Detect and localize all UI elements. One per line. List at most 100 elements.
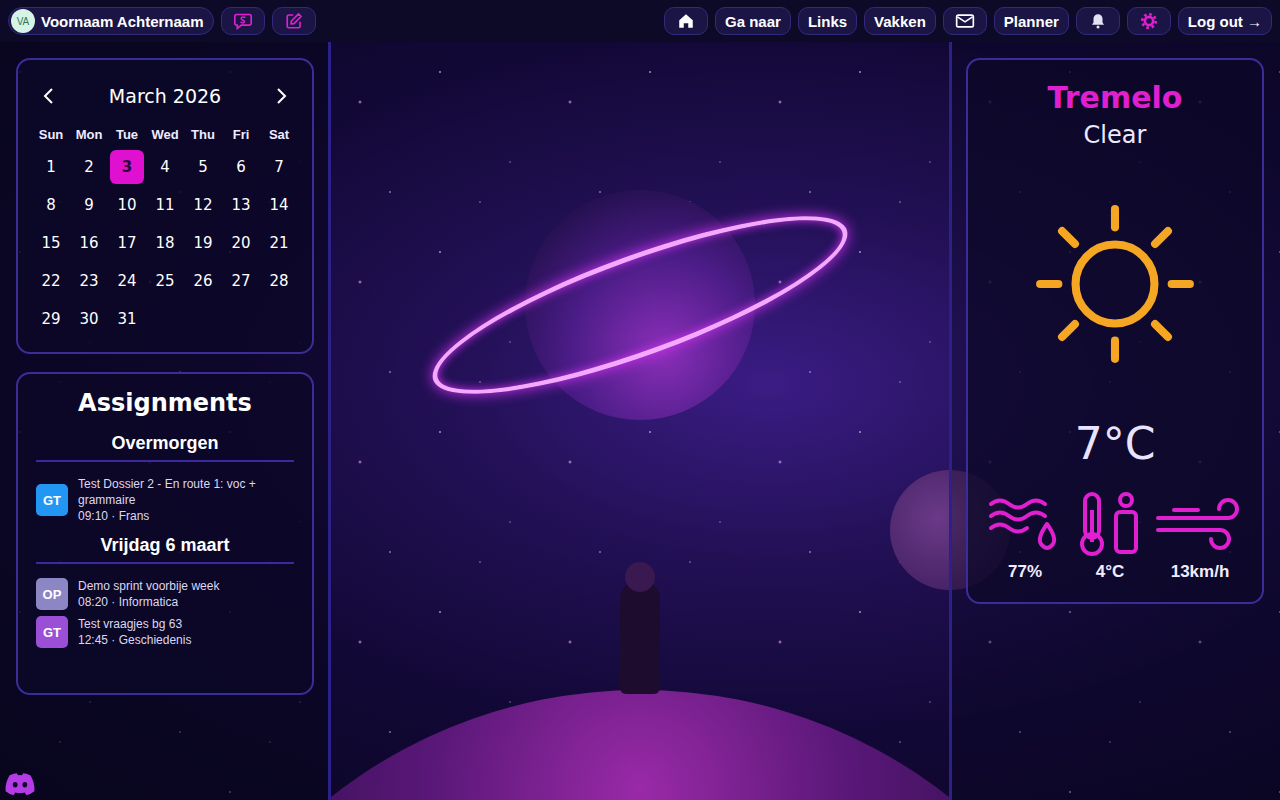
gear-icon (1140, 12, 1158, 30)
calendar-day[interactable]: 15 (34, 226, 68, 260)
calendar-day[interactable]: 28 (262, 264, 296, 298)
calendar-day[interactable]: 27 (224, 264, 258, 298)
assignment-badge: GT (36, 484, 68, 516)
calendar-day[interactable]: 17 (110, 226, 144, 260)
calendar-day[interactable]: 19 (186, 226, 220, 260)
wind-stat: 13km/h (1154, 490, 1246, 584)
calendar-day[interactable]: 10 (110, 188, 144, 222)
assignment-badge: GT (36, 616, 68, 648)
weather-panel: Tremelo Clear 7°C 77% 4°C 13km/h (966, 58, 1264, 604)
calendar-day[interactable]: 20 (224, 226, 258, 260)
calendar-day[interactable]: 24 (110, 264, 144, 298)
calendar-day[interactable]: 12 (186, 188, 220, 222)
group-label: Vrijdag 6 maart (36, 532, 294, 564)
nav-button[interactable]: Log out → (1178, 7, 1272, 35)
nav-button[interactable]: Planner (994, 7, 1069, 35)
user-name: Voornaam Achternaam (41, 13, 204, 30)
calendar: March 2026 SunMonTueWedThuFriSat 1234567… (16, 58, 314, 354)
calendar-day[interactable]: 25 (148, 264, 182, 298)
assignment-title: Demo sprint voorbije week (78, 578, 219, 594)
assignment-meta: 09:10 · Frans (78, 508, 294, 524)
assignment-title: Test Dossier 2 - En route 1: voc + gramm… (78, 476, 294, 508)
feels-like-stat: 4°C (1076, 490, 1144, 584)
assignment-item[interactable]: OP Demo sprint voorbije week 08:20 · Inf… (36, 578, 294, 610)
chevron-right-icon (274, 87, 288, 105)
calendar-day[interactable]: 14 (262, 188, 296, 222)
calendar-day[interactable]: 2 (72, 150, 106, 184)
weekday-label: Tue (108, 120, 146, 148)
next-month-button[interactable] (270, 83, 292, 109)
calendar-day[interactable]: 1 (34, 150, 68, 184)
assignment-group: Overmorgen GT Test Dossier 2 - En route … (36, 430, 294, 532)
nav-button[interactable]: Vakken (864, 7, 936, 35)
chat-icon (233, 12, 253, 30)
bell-button[interactable] (1076, 7, 1120, 35)
bell-icon (1089, 12, 1107, 30)
calendar-day[interactable]: 11 (148, 188, 182, 222)
user-avatar: VA (11, 9, 35, 33)
left-sidebar: March 2026 SunMonTueWedThuFriSat 1234567… (0, 42, 331, 800)
calendar-day[interactable]: 21 (262, 226, 296, 260)
weekday-label: Fri (222, 120, 260, 148)
discord-button[interactable] (4, 772, 38, 796)
temperature: 7°C (1075, 418, 1156, 470)
mail-button[interactable] (943, 7, 987, 35)
thermometer-person-icon (1076, 490, 1144, 558)
user-menu-button[interactable]: VA Voornaam Achternaam (8, 7, 214, 35)
calendar-day[interactable]: 4 (148, 150, 182, 184)
assignment-group: Vrijdag 6 maart OP Demo sprint voorbije … (36, 532, 294, 656)
calendar-day[interactable]: 5 (186, 150, 220, 184)
edit-icon (285, 12, 303, 30)
main-nav: Ga naarLinksVakken Planner Log out → (664, 7, 1272, 35)
calendar-day[interactable]: 22 (34, 264, 68, 298)
assignment-meta: 08:20 · Informatica (78, 594, 219, 610)
calendar-day[interactable]: 6 (224, 150, 258, 184)
calendar-day[interactable]: 31 (110, 302, 144, 336)
compose-button[interactable] (272, 7, 316, 35)
calendar-day[interactable]: 3 (110, 150, 144, 184)
assignments-panel: Assignments Overmorgen GT Test Dossier 2… (16, 372, 314, 695)
previous-month-button[interactable] (38, 83, 60, 109)
calendar-day[interactable]: 7 (262, 150, 296, 184)
content-area: March 2026 SunMonTueWedThuFriSat 1234567… (0, 42, 1280, 800)
stat-value: 13km/h (1171, 560, 1230, 584)
chevron-left-icon (42, 87, 56, 105)
assignment-meta: 12:45 · Geschiedenis (78, 632, 191, 648)
calendar-day[interactable]: 9 (72, 188, 106, 222)
weekday-label: Wed (146, 120, 184, 148)
home-button[interactable] (664, 7, 708, 35)
group-label: Overmorgen (36, 430, 294, 462)
assignment-item[interactable]: GT Test Dossier 2 - En route 1: voc + gr… (36, 476, 294, 524)
assignment-item[interactable]: GT Test vraagjes bg 63 12:45 · Geschiede… (36, 616, 294, 648)
assignment-title: Test vraagjes bg 63 (78, 616, 191, 632)
assignments-title: Assignments (36, 386, 294, 420)
humidity-icon (987, 490, 1063, 558)
calendar-day[interactable]: 8 (34, 188, 68, 222)
calendar-day[interactable]: 26 (186, 264, 220, 298)
nav-button[interactable]: Ga naar (715, 7, 791, 35)
home-icon (677, 12, 695, 30)
discord-icon (4, 772, 36, 796)
weekday-label: Thu (184, 120, 222, 148)
weather-condition: Clear (1084, 118, 1147, 152)
gear-button[interactable] (1127, 7, 1171, 35)
stat-value: 4°C (1096, 560, 1125, 584)
calendar-day[interactable]: 18 (148, 226, 182, 260)
calendar-day[interactable]: 29 (34, 302, 68, 336)
dashboard: VA Voornaam Achternaam Ga naarLinksVakke… (0, 0, 1280, 800)
top-bar: VA Voornaam Achternaam Ga naarLinksVakke… (0, 0, 1280, 42)
humidity-stat: 77% (987, 490, 1063, 584)
weekday-label: Sun (32, 120, 70, 148)
sun-icon (1029, 198, 1201, 370)
weather-city: Tremelo (1048, 78, 1183, 118)
messages-button[interactable] (221, 7, 265, 35)
calendar-month: March 2026 (109, 85, 221, 107)
calendar-day[interactable]: 16 (72, 226, 106, 260)
nav-button[interactable]: Links (798, 7, 857, 35)
stat-value: 77% (1008, 560, 1042, 584)
calendar-day[interactable]: 13 (224, 188, 258, 222)
calendar-day[interactable]: 23 (72, 264, 106, 298)
wallpaper-view (331, 42, 949, 800)
calendar-day[interactable]: 30 (72, 302, 106, 336)
right-sidebar: Tremelo Clear 7°C 77% 4°C 13km/h (949, 42, 1280, 800)
